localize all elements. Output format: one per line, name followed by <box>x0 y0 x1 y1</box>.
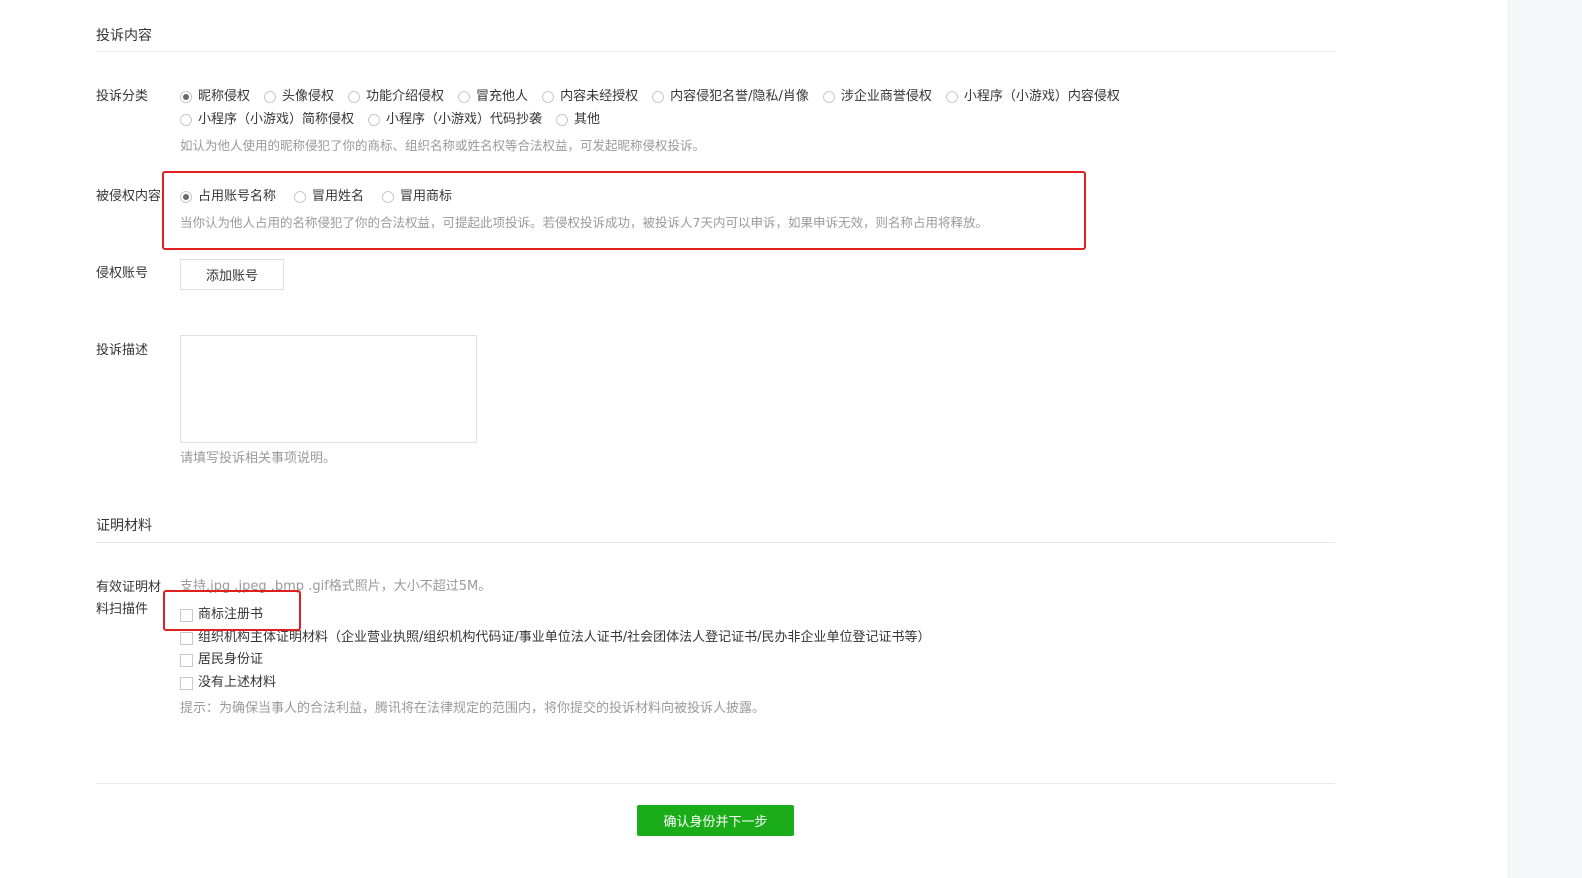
category-option[interactable]: 内容侵犯名誉/隐私/肖像 <box>652 87 809 107</box>
radio-icon <box>556 114 569 126</box>
category-option[interactable]: 涉企业商誉侵权 <box>822 87 932 107</box>
category-option[interactable]: 小程序（小游戏）简称侵权 <box>180 110 354 130</box>
highlight-box-infringed <box>162 171 1086 250</box>
category-hint: 如认为他人使用的昵称侵犯了你的商标、组织名称或姓名权等合法权益，可发起昵称侵权投… <box>180 138 706 153</box>
radio-checked-icon <box>180 91 192 103</box>
proof-option[interactable]: 组织机构主体证明材料（企业营业执照/组织机构代码证/事业单位法人证书/社会团体法… <box>180 628 931 648</box>
highlight-box-trademark <box>163 590 301 631</box>
category-option[interactable]: 头像侵权 <box>264 87 334 107</box>
category-option[interactable]: 其他 <box>556 110 600 130</box>
radio-icon <box>822 91 835 103</box>
section-divider <box>96 542 1335 543</box>
disclosure-tip: 提示：为确保当事人的合法利益，腾讯将在法律规定的范围内，将你提交的投诉材料向被投… <box>180 701 766 716</box>
category-option[interactable]: 内容未经授权 <box>542 87 638 107</box>
proof-option[interactable]: 居民身份证 <box>180 650 263 670</box>
right-side-panel <box>1508 0 1582 878</box>
category-option[interactable]: 小程序（小游戏）内容侵权 <box>945 87 1120 107</box>
category-option[interactable]: 昵称侵权 <box>180 87 250 107</box>
radio-icon <box>652 91 665 103</box>
checkbox-icon[interactable] <box>180 631 193 645</box>
account-label: 侵权账号 <box>96 266 149 281</box>
add-account-button[interactable]: 添加账号 <box>180 259 284 290</box>
radio-icon <box>264 91 277 103</box>
category-option[interactable]: 功能介绍侵权 <box>348 87 444 107</box>
category-option[interactable]: 冒充他人 <box>458 87 528 107</box>
proof-label: 有效证明材料扫描件 <box>96 580 162 617</box>
radio-icon <box>945 91 958 103</box>
checkbox-icon[interactable] <box>180 653 193 667</box>
category-options-row2: 小程序（小游戏）简称侵权 小程序（小游戏）代码抄袭 其他 <box>180 110 614 130</box>
description-hint: 请填写投诉相关事项说明。 <box>180 451 337 466</box>
category-options-row1: 昵称侵权 头像侵权 功能介绍侵权 冒充他人 内容未经授权 内容侵犯名誉/隐私/肖… <box>180 87 1134 107</box>
category-label: 投诉分类 <box>96 89 149 104</box>
radio-icon <box>458 91 471 103</box>
description-textarea[interactable] <box>180 335 477 443</box>
infringed-label: 被侵权内容 <box>96 189 162 204</box>
section-title-proof: 证明材料 <box>96 518 152 534</box>
description-label: 投诉描述 <box>96 343 149 358</box>
radio-icon <box>542 91 555 103</box>
radio-icon <box>180 114 192 126</box>
checkbox-icon[interactable] <box>180 676 193 690</box>
section-title-complaint: 投诉内容 <box>96 28 152 44</box>
radio-icon <box>368 114 381 126</box>
proof-option[interactable]: 没有上述材料 <box>180 673 276 693</box>
section-divider <box>96 51 1335 52</box>
category-option[interactable]: 小程序（小游戏）代码抄袭 <box>368 110 542 130</box>
radio-icon <box>348 91 361 103</box>
footer-divider <box>96 783 1335 784</box>
confirm-next-button[interactable]: 确认身份并下一步 <box>637 805 794 836</box>
